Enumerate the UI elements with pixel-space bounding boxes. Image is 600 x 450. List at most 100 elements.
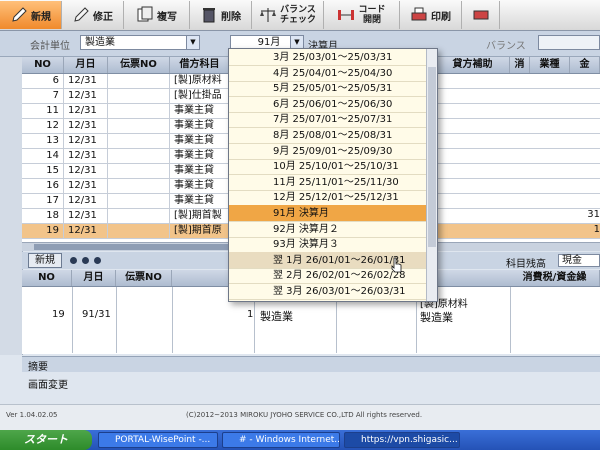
summary-label[interactable]: 摘要 xyxy=(28,358,48,373)
col-no[interactable]: NO xyxy=(22,57,64,73)
balance-check-line1: バランス xyxy=(280,5,316,15)
cell-date: 12/31 xyxy=(64,179,108,193)
copyright-text: (C)2012~2013 MIROKU JYOHO SERVICE CO.,LT… xyxy=(186,411,423,419)
month-option[interactable]: 翌 3月 26/03/01～26/03/31 xyxy=(229,283,427,300)
month-option[interactable]: 10月 25/10/01～25/10/31 xyxy=(229,158,427,176)
cell-no: 13 xyxy=(22,134,64,148)
cell-date: 12/31 xyxy=(64,119,108,133)
cell-slip xyxy=(108,224,170,238)
col-date[interactable]: 月日 xyxy=(64,57,108,73)
code-open-line1: コード xyxy=(358,5,386,15)
new-button[interactable]: 新規 xyxy=(0,1,62,29)
entry-account-sector: 製造業 xyxy=(420,311,453,324)
divider xyxy=(72,287,73,353)
new-tab[interactable]: 新規 xyxy=(28,253,62,268)
col-sector[interactable]: 業種 xyxy=(530,57,570,73)
unit-select[interactable]: 製造業 ▼ xyxy=(80,35,200,50)
month-option[interactable]: 5月 25/05/01～25/05/31 xyxy=(229,80,427,98)
edit-button[interactable]: 修正 xyxy=(62,1,124,29)
dot-icon xyxy=(94,257,101,264)
cell-account: 事業主貸 xyxy=(170,179,230,193)
taskbar: スタート PORTAL-WisePoint -... # - Windows I… xyxy=(0,430,600,450)
col-tax[interactable]: 消 xyxy=(510,57,530,73)
remain-select[interactable]: 現金 xyxy=(558,254,600,267)
month-option[interactable]: 6月 25/06/01～25/06/30 xyxy=(229,96,427,113)
month-option[interactable]: 92月 決算月２ xyxy=(229,221,427,238)
month-option[interactable]: 9月 25/09/01～25/09/30 xyxy=(229,143,427,160)
cell-slip xyxy=(108,149,170,163)
cell-date: 12/31 xyxy=(64,149,108,163)
month-option[interactable]: 3月 25/03/01～25/03/31 xyxy=(229,49,427,66)
more-button[interactable] xyxy=(462,1,500,29)
more-icon xyxy=(473,10,488,20)
balance-field[interactable] xyxy=(538,35,600,50)
screen-change-bar: 画面変更 xyxy=(22,372,600,392)
cell-no: 6 xyxy=(22,74,64,88)
cell-date: 12/31 xyxy=(64,209,108,223)
printer-icon xyxy=(411,7,427,21)
unit-label: 会計単位 xyxy=(30,41,70,52)
cell-slip xyxy=(108,134,170,148)
start-button[interactable]: スタート xyxy=(0,430,92,450)
cell-date: 12/31 xyxy=(64,194,108,208)
entry-num: 1 xyxy=(247,309,254,320)
balance-check-button[interactable]: バランス チェック xyxy=(252,1,324,29)
task-portal[interactable]: PORTAL-WisePoint -... xyxy=(98,432,218,448)
col-amount[interactable]: 金 xyxy=(570,57,600,73)
copy-button[interactable]: 複写 xyxy=(124,1,190,29)
balance-label: バランス xyxy=(486,41,526,52)
col-slip-no[interactable]: 伝票NO xyxy=(108,57,170,73)
screen-change-button[interactable]: 画面変更 xyxy=(28,376,68,391)
copy-icon xyxy=(137,6,153,22)
col-debit-account[interactable]: 借方科目 xyxy=(170,57,230,73)
month-option[interactable]: 93月 決算月３ xyxy=(229,236,427,254)
col-credit-sub[interactable]: 貸方補助 xyxy=(436,57,510,73)
delete-button[interactable]: 削除 xyxy=(190,1,252,29)
pencil-icon xyxy=(74,7,89,22)
task-vpn[interactable]: https://vpn.shigasic... xyxy=(344,432,460,448)
month-option[interactable]: 11月 25/11/01～25/11/30 xyxy=(229,174,427,191)
month-option[interactable]: 12月 25/12/01～25/12/31 xyxy=(229,189,427,207)
cursor-hand-icon xyxy=(391,257,402,273)
remain-label: 科目残高 xyxy=(506,259,546,270)
left-gutter xyxy=(0,57,23,355)
cell-no: 16 xyxy=(22,179,64,193)
print-button[interactable]: 印刷 xyxy=(400,1,462,29)
month-option[interactable]: 4月 25/04/01～25/04/30 xyxy=(229,65,427,82)
divider xyxy=(510,287,511,353)
cell-slip xyxy=(108,209,170,223)
code-open-button[interactable]: コード 開閉 xyxy=(324,1,400,29)
cell-amount: 31 xyxy=(587,209,600,220)
cell-slip xyxy=(108,89,170,103)
dropdown-scrollbar[interactable] xyxy=(426,49,437,301)
month-option[interactable]: 7月 25/07/01～25/07/31 xyxy=(229,111,427,129)
balance-check-line2: チェック xyxy=(279,15,316,25)
cell-account: 事業主貸 xyxy=(170,104,230,118)
pencil-icon xyxy=(12,7,27,22)
month-option[interactable]: 8月 25/08/01～25/08/31 xyxy=(229,127,427,144)
cell-slip xyxy=(108,179,170,193)
col-tax-funds: 消費税/資金繰 xyxy=(510,270,600,286)
cell-no: 7 xyxy=(22,89,64,103)
task-ie[interactable]: # - Windows Internet... xyxy=(222,432,340,448)
month-value: 91月 xyxy=(257,37,281,48)
balance-check-label: バランス チェック xyxy=(280,5,316,25)
code-toggle-icon xyxy=(338,10,355,20)
divider xyxy=(116,287,117,353)
cell-account: 事業主貸 xyxy=(170,164,230,178)
cell-no: 17 xyxy=(22,194,64,208)
cell-date: 12/31 xyxy=(64,224,108,238)
chevron-down-icon[interactable]: ▼ xyxy=(186,36,199,49)
app-window: 新規 修正 複写 削除 バランス チェック コード 開閉 印刷 会計単位 製造業… xyxy=(0,0,600,430)
month-option[interactable]: 91月 決算月 xyxy=(229,205,427,222)
cell-no: 15 xyxy=(22,164,64,178)
scrollbar-thumb[interactable] xyxy=(34,244,244,250)
cell-account: 事業主貸 xyxy=(170,194,230,208)
cell-amount: 1 xyxy=(593,224,600,235)
cell-no: 14 xyxy=(22,149,64,163)
cell-date: 12/31 xyxy=(64,134,108,148)
cell-slip xyxy=(108,119,170,133)
scrollbar-thumb[interactable] xyxy=(428,67,436,247)
edit-label: 修正 xyxy=(93,11,113,23)
print-label: 印刷 xyxy=(431,11,451,23)
